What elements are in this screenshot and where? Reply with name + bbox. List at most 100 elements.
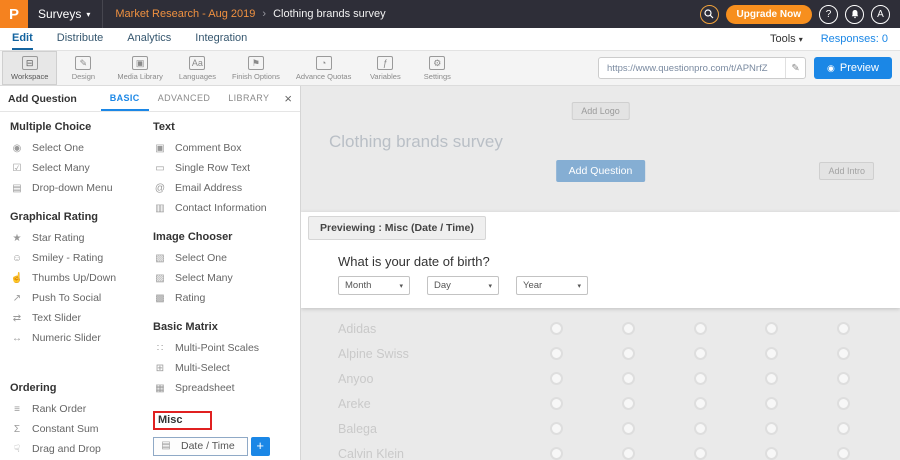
radio-button[interactable]: [694, 397, 707, 410]
panel-tab-advanced[interactable]: ADVANCED: [149, 86, 220, 111]
radio-button[interactable]: [837, 347, 850, 360]
add-intro-button[interactable]: Add Intro: [819, 162, 874, 180]
panel-tab-library[interactable]: LIBRARY: [219, 86, 278, 111]
radio-button[interactable]: [837, 447, 850, 460]
help-button[interactable]: ?: [819, 5, 838, 24]
radio-button[interactable]: [837, 397, 850, 410]
toolbar-item-variables[interactable]: ƒVariables: [359, 51, 411, 85]
item-label: Multi-Select: [175, 362, 230, 374]
question-type-thumbs-up-down[interactable]: ☝Thumbs Up/Down: [10, 268, 149, 288]
radio-button[interactable]: [550, 422, 563, 435]
radio-button[interactable]: [622, 447, 635, 460]
question-type-drag-and-drop[interactable]: ☟Drag and Drop: [10, 439, 149, 459]
questionpro-logo[interactable]: P: [0, 0, 28, 28]
breadcrumb-parent[interactable]: Market Research - Aug 2019: [115, 8, 255, 20]
panel-tab-basic[interactable]: BASIC: [101, 86, 149, 111]
toolbar-item-design[interactable]: ✎Design: [57, 51, 109, 85]
select-many-icon: ☑: [10, 163, 24, 174]
settings-icon: ⚙: [429, 56, 445, 70]
radio-button[interactable]: [550, 322, 563, 335]
question-type-push-to-social[interactable]: ↗Push To Social: [10, 288, 149, 308]
radio-button[interactable]: [550, 347, 563, 360]
radio-button[interactable]: [765, 372, 778, 385]
add-date-time-button[interactable]: +: [251, 437, 270, 456]
avatar[interactable]: A: [871, 5, 890, 24]
matrix-row-calvin-klein: Calvin Klein: [301, 441, 900, 460]
add-question-button[interactable]: Add Question: [556, 160, 646, 182]
question-type-rank-order[interactable]: ≡Rank Order: [10, 399, 149, 419]
question-type-constant-sum[interactable]: ΣConstant Sum: [10, 419, 149, 439]
add-logo-button[interactable]: Add Logo: [571, 102, 630, 120]
toolbar-item-languages[interactable]: AaLanguages: [171, 51, 224, 85]
question-type-star-rating[interactable]: ★Star Rating: [10, 228, 149, 248]
survey-title: Clothing brands survey: [329, 132, 503, 152]
radio-button[interactable]: [550, 372, 563, 385]
question-type-multi-select[interactable]: ⊞Multi-Select: [153, 358, 292, 378]
finish-options-icon: ⚑: [248, 56, 264, 70]
radio-button[interactable]: [765, 322, 778, 335]
question-type-single-row-text[interactable]: ▭Single Row Text: [153, 158, 292, 178]
upgrade-now-button[interactable]: Upgrade Now: [726, 5, 812, 24]
question-type-select-one[interactable]: ▧Select One: [153, 248, 292, 268]
edit-url-button[interactable]: ✎: [785, 58, 805, 78]
toolbar-item-finish-options[interactable]: ⚑Finish Options: [224, 51, 288, 85]
section-header-multiple-choice: Multiple Choice: [10, 121, 149, 133]
radio-button[interactable]: [550, 397, 563, 410]
radio-button[interactable]: [694, 372, 707, 385]
radio-button[interactable]: [837, 322, 850, 335]
surveys-menu[interactable]: Surveys ▾: [38, 7, 90, 21]
tab-integration[interactable]: Integration: [195, 28, 247, 50]
preview-button[interactable]: ◉Preview: [814, 57, 892, 79]
toolbar-item-advance-quotas[interactable]: ◔Advance Quotas: [288, 51, 359, 85]
responses-count[interactable]: Responses: 0: [821, 33, 888, 45]
question-type-select-one[interactable]: ◉Select One: [10, 138, 149, 158]
select-value: Month: [345, 280, 371, 291]
radio-button[interactable]: [765, 422, 778, 435]
radio-button[interactable]: [765, 397, 778, 410]
radio-button[interactable]: [694, 422, 707, 435]
radio-button[interactable]: [765, 347, 778, 360]
question-type-email-address[interactable]: @Email Address: [153, 178, 292, 198]
survey-url-field[interactable]: https://www.questionpro.com/t/APNrfZ ✎: [598, 57, 806, 79]
question-type-drop-down-menu[interactable]: ▤Drop-down Menu: [10, 178, 149, 198]
radio-button[interactable]: [622, 422, 635, 435]
question-type-multi-point-scales[interactable]: ∷Multi-Point Scales: [153, 338, 292, 358]
question-type-date-time[interactable]: ▤Date / Time: [153, 437, 248, 456]
radio-button[interactable]: [694, 322, 707, 335]
question-type-contact-information[interactable]: ▥Contact Information: [153, 198, 292, 218]
question-type-select-many[interactable]: ☑Select Many: [10, 158, 149, 178]
tools-menu[interactable]: Tools ▾: [770, 33, 803, 45]
select-day[interactable]: Day▾: [427, 276, 499, 295]
question-type-comment-box[interactable]: ▣Comment Box: [153, 138, 292, 158]
toolbar-item-media-library[interactable]: ▣Media Library: [109, 51, 170, 85]
item-label: Rating: [175, 292, 205, 304]
radio-button[interactable]: [622, 372, 635, 385]
tab-distribute[interactable]: Distribute: [57, 28, 103, 50]
radio-button[interactable]: [694, 447, 707, 460]
search-button[interactable]: [700, 5, 719, 24]
tab-analytics[interactable]: Analytics: [127, 28, 171, 50]
question-type-text-slider[interactable]: ⇄Text Slider: [10, 308, 149, 328]
radio-button[interactable]: [550, 447, 563, 460]
question-type-rating[interactable]: ▩Rating: [153, 288, 292, 308]
toolbar-item-settings[interactable]: ⚙Settings: [411, 51, 463, 85]
close-icon[interactable]: ×: [284, 91, 292, 106]
question-type-smiley-rating[interactable]: ☺Smiley - Rating: [10, 248, 149, 268]
question-type-spreadsheet[interactable]: ▦Spreadsheet: [153, 378, 292, 398]
radio-button[interactable]: [837, 422, 850, 435]
section-header-misc: Misc: [153, 411, 212, 430]
radio-button[interactable]: [622, 347, 635, 360]
notifications-button[interactable]: [845, 5, 864, 24]
question-type-select-many[interactable]: ▨Select Many: [153, 268, 292, 288]
tab-edit[interactable]: Edit: [12, 28, 33, 50]
radio-button[interactable]: [694, 347, 707, 360]
question-type-numeric-slider[interactable]: ↔Numeric Slider: [10, 328, 149, 348]
select-month[interactable]: Month▾: [338, 276, 410, 295]
radio-button[interactable]: [622, 397, 635, 410]
drop-down-menu-icon: ▤: [10, 183, 24, 194]
radio-button[interactable]: [622, 322, 635, 335]
radio-button[interactable]: [837, 372, 850, 385]
toolbar-item-workspace[interactable]: ⊟Workspace: [2, 51, 57, 85]
radio-button[interactable]: [765, 447, 778, 460]
select-year[interactable]: Year▾: [516, 276, 588, 295]
